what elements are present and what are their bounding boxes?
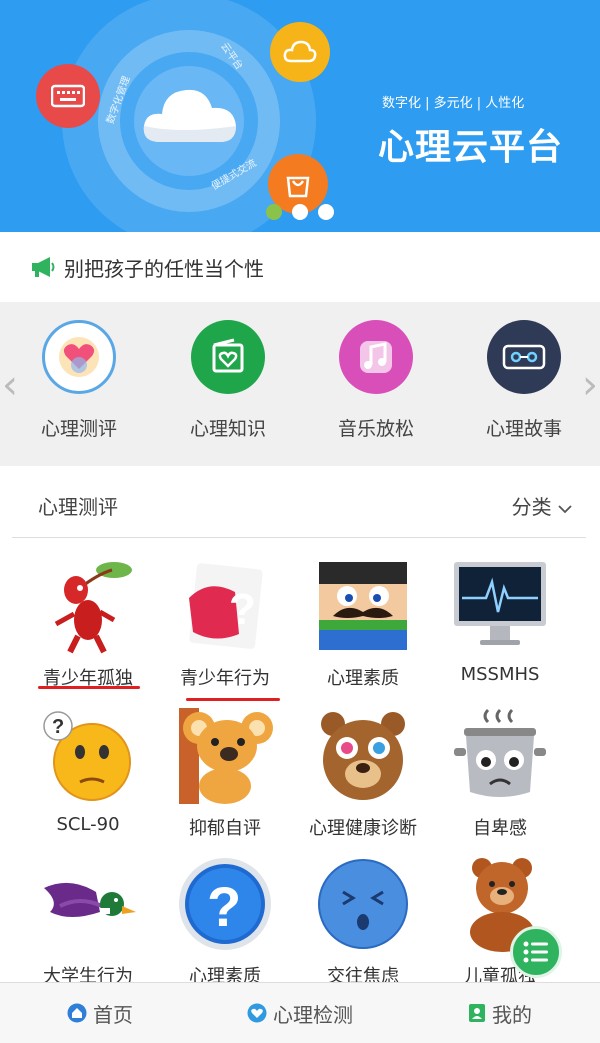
duck-icon — [38, 854, 138, 954]
megaphone-icon — [32, 257, 55, 277]
assessment-label: 青少年行为 — [180, 668, 270, 689]
assessment-section: 心理测评 分类 青少年孤独 ? 青少年行为 心理素质 MSSMHS ? SCL-… — [0, 466, 600, 987]
assessment-item[interactable]: 大学生行为 — [13, 854, 163, 988]
quick-nav-label: 心理测评 — [40, 418, 117, 440]
carousel-dots — [266, 204, 334, 220]
assessment-item[interactable]: 交往焦虑 — [288, 854, 438, 988]
category-label: 分类 — [511, 495, 552, 519]
assessment-item[interactable]: 自卑感 — [425, 706, 575, 840]
quick-nav-label: 心理知识 — [189, 418, 266, 440]
question-card-icon: ? — [175, 556, 275, 656]
svg-text:?: ? — [52, 716, 64, 738]
mustache-face-icon — [313, 556, 413, 656]
quick-nav: ‹ › 心理测评 心理知识 音乐放松 心理故事 — [0, 302, 600, 466]
annotation-underline — [186, 698, 280, 701]
user-card-icon — [469, 1004, 485, 1022]
bottom-tab-bar: 首页 心理检测 我的 — [0, 982, 600, 1043]
cassette-tape-icon — [487, 320, 561, 394]
assessment-item[interactable]: 青少年孤独 — [13, 556, 163, 690]
assessment-label: 自卑感 — [473, 818, 527, 839]
book-heart-icon — [191, 320, 265, 394]
assessment-item[interactable]: MSSMHS — [425, 556, 575, 685]
annotation-underline — [38, 686, 140, 689]
tab-label: 首页 — [93, 1002, 133, 1027]
notice-bar[interactable]: 别把孩子的任性当个性 — [0, 232, 600, 302]
heart-badge-icon — [247, 1003, 267, 1023]
assessment-item[interactable]: 心理健康诊断 — [288, 706, 438, 840]
assessment-item[interactable]: 心理素质 — [288, 556, 438, 690]
hero-banner[interactable]: 数字化管理 云平台 便捷式交流 数字化 | 多元化 | 人性化 心理云平台 — [0, 0, 600, 232]
banner-subtitle: 数字化 | 多元化 | 人性化 — [382, 96, 525, 111]
carousel-dot[interactable] — [292, 204, 308, 220]
koala-icon — [175, 706, 275, 806]
banner-title: 心理云平台 — [378, 127, 564, 168]
assessment-item[interactable]: ? SCL-90 — [13, 706, 163, 835]
assessment-item[interactable]: 抑郁自评 — [150, 706, 300, 840]
svg-text:?: ? — [229, 585, 256, 634]
tab-home[interactable]: 首页 — [0, 983, 200, 1043]
svg-text:?: ? — [207, 875, 241, 938]
tab-label: 心理检测 — [273, 1002, 353, 1027]
quick-nav-stories[interactable]: 心理故事 — [459, 320, 589, 441]
tab-psych-test[interactable]: 心理检测 — [200, 983, 400, 1043]
quick-nav-label: 音乐放松 — [337, 418, 414, 440]
anxious-blue-face-icon — [313, 854, 413, 954]
assessment-label: 心理素质 — [327, 668, 399, 689]
assessment-label: 心理健康诊断 — [309, 818, 417, 839]
cloud-outline-icon — [270, 22, 330, 82]
carousel-dot[interactable] — [266, 204, 282, 220]
red-creature-leaf-icon — [38, 556, 138, 656]
assessment-item[interactable]: ? 青少年行为 — [150, 556, 300, 690]
steaming-pot-face-icon — [450, 706, 550, 806]
tab-mine[interactable]: 我的 — [400, 983, 600, 1043]
floating-menu-button[interactable] — [510, 926, 562, 978]
quick-nav-knowledge[interactable]: 心理知识 — [163, 320, 293, 441]
blue-question-badge-icon: ? — [175, 854, 275, 954]
heart-circle-icon — [42, 320, 116, 394]
music-note-icon — [339, 320, 413, 394]
computer-monitor-icon — [450, 556, 550, 656]
keyboard-icon — [36, 64, 100, 128]
quick-nav-assessment[interactable]: 心理测评 — [14, 320, 144, 441]
notice-text: 别把孩子的任性当个性 — [64, 256, 264, 281]
chevron-down-icon — [558, 505, 572, 514]
assessment-label: SCL-90 — [56, 814, 120, 835]
carousel-dot[interactable] — [318, 204, 334, 220]
confused-smiley-icon: ? — [38, 706, 138, 806]
section-title: 心理测评 — [38, 495, 118, 519]
assessment-label: 抑郁自评 — [189, 818, 261, 839]
quick-nav-music[interactable]: 音乐放松 — [311, 320, 441, 441]
menu-list-icon — [523, 941, 548, 963]
assessment-item[interactable]: ? 心理素质 — [150, 854, 300, 988]
quick-nav-label: 心理故事 — [485, 418, 562, 440]
home-icon — [67, 1003, 87, 1023]
category-dropdown[interactable]: 分类 — [512, 491, 572, 520]
tab-label: 我的 — [492, 1002, 532, 1027]
assessment-label: MSSMHS — [460, 664, 540, 685]
section-header: 心理测评 分类 — [12, 466, 586, 538]
cloud-icon — [143, 89, 236, 142]
dizzy-bear-icon — [313, 706, 413, 806]
